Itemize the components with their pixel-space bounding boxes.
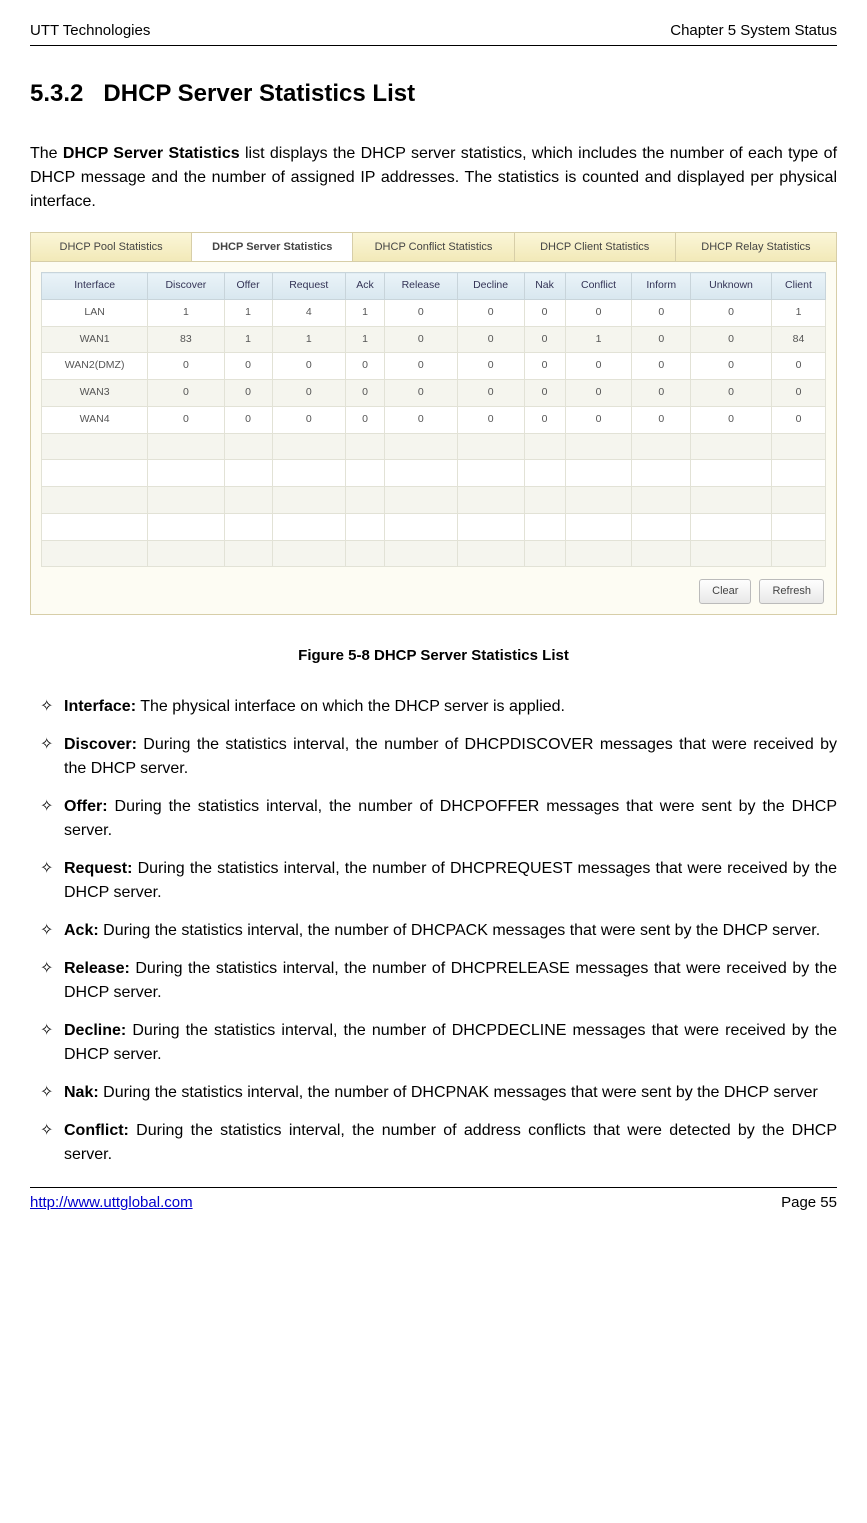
list-item: ✧Request: During the statistics interval…: [30, 857, 837, 905]
list-item: ✧Ack: During the statistics interval, th…: [30, 919, 837, 943]
list-item: ✧Offer: During the statistics interval, …: [30, 795, 837, 843]
page-footer: http://www.uttglobal.com Page 55: [30, 1187, 837, 1215]
tab-dhcp-conflict-statistics[interactable]: DHCP Conflict Statistics: [353, 233, 514, 262]
definition-text: Offer: During the statistics interval, t…: [64, 795, 837, 843]
diamond-icon: ✧: [30, 1119, 64, 1167]
definition-list: ✧Interface: The physical interface on wh…: [30, 695, 837, 1167]
definition-text: Discover: During the statistics interval…: [64, 733, 837, 781]
table-row: WAN400000000000: [42, 406, 826, 433]
list-item: ✧Nak: During the statistics interval, th…: [30, 1081, 837, 1105]
tab-dhcp-client-statistics[interactable]: DHCP Client Statistics: [515, 233, 676, 262]
table-wrapper: InterfaceDiscoverOfferRequestAckReleaseD…: [31, 262, 836, 571]
header-left: UTT Technologies: [30, 20, 150, 43]
col-unknown: Unknown: [691, 273, 772, 300]
table-row: LAN11410000001: [42, 299, 826, 326]
button-bar: Clear Refresh: [31, 571, 836, 614]
col-release: Release: [385, 273, 458, 300]
list-item: ✧Interface: The physical interface on wh…: [30, 695, 837, 719]
figure-panel: DHCP Pool StatisticsDHCP Server Statisti…: [30, 232, 837, 615]
diamond-icon: ✧: [30, 733, 64, 781]
list-item: ✧Release: During the statistics interval…: [30, 957, 837, 1005]
col-interface: Interface: [42, 273, 148, 300]
definition-text: Request: During the statistics interval,…: [64, 857, 837, 905]
diamond-icon: ✧: [30, 957, 64, 1005]
col-discover: Discover: [148, 273, 224, 300]
table-row: WAN2(DMZ)00000000000: [42, 353, 826, 380]
list-item: ✧Decline: During the statistics interval…: [30, 1019, 837, 1067]
tab-dhcp-pool-statistics[interactable]: DHCP Pool Statistics: [31, 233, 192, 262]
col-client: Client: [771, 273, 825, 300]
diamond-icon: ✧: [30, 857, 64, 905]
diamond-icon: ✧: [30, 795, 64, 843]
tab-dhcp-relay-statistics[interactable]: DHCP Relay Statistics: [676, 233, 836, 262]
list-item: ✧Discover: During the statistics interva…: [30, 733, 837, 781]
table-row: WAN18311100010084: [42, 326, 826, 353]
definition-text: Nak: During the statistics interval, the…: [64, 1081, 837, 1105]
tab-strip: DHCP Pool StatisticsDHCP Server Statisti…: [31, 233, 836, 263]
footer-page: Page 55: [781, 1192, 837, 1215]
clear-button[interactable]: Clear: [699, 579, 751, 604]
page-header: UTT Technologies Chapter 5 System Status: [30, 20, 837, 46]
stats-table: InterfaceDiscoverOfferRequestAckReleaseD…: [41, 272, 826, 567]
intro-paragraph: The DHCP Server Statistics list displays…: [30, 142, 837, 214]
col-decline: Decline: [457, 273, 524, 300]
diamond-icon: ✧: [30, 1081, 64, 1105]
table-row-empty: [42, 487, 826, 514]
table-row-empty: [42, 433, 826, 460]
definition-text: Ack: During the statistics interval, the…: [64, 919, 837, 943]
refresh-button[interactable]: Refresh: [759, 579, 824, 604]
col-inform: Inform: [632, 273, 691, 300]
section-title: DHCP Server Statistics List: [103, 80, 415, 107]
tab-dhcp-server-statistics[interactable]: DHCP Server Statistics: [192, 233, 353, 262]
col-offer: Offer: [224, 273, 272, 300]
definition-text: Interface: The physical interface on whi…: [64, 695, 837, 719]
table-row-empty: [42, 513, 826, 540]
definition-text: Release: During the statistics interval,…: [64, 957, 837, 1005]
definition-text: Conflict: During the statistics interval…: [64, 1119, 837, 1167]
footer-url[interactable]: http://www.uttglobal.com: [30, 1192, 193, 1215]
diamond-icon: ✧: [30, 695, 64, 719]
table-row-empty: [42, 540, 826, 567]
header-right: Chapter 5 System Status: [670, 20, 837, 43]
diamond-icon: ✧: [30, 919, 64, 943]
diamond-icon: ✧: [30, 1019, 64, 1067]
section-heading: 5.3.2 DHCP Server Statistics List: [30, 76, 837, 112]
section-number: 5.3.2: [30, 80, 83, 107]
table-row-empty: [42, 460, 826, 487]
col-ack: Ack: [346, 273, 385, 300]
list-item: ✧Conflict: During the statistics interva…: [30, 1119, 837, 1167]
col-request: Request: [272, 273, 345, 300]
figure-caption: Figure 5-8 DHCP Server Statistics List: [30, 645, 837, 668]
col-conflict: Conflict: [565, 273, 632, 300]
col-nak: Nak: [524, 273, 565, 300]
definition-text: Decline: During the statistics interval,…: [64, 1019, 837, 1067]
table-row: WAN300000000000: [42, 380, 826, 407]
